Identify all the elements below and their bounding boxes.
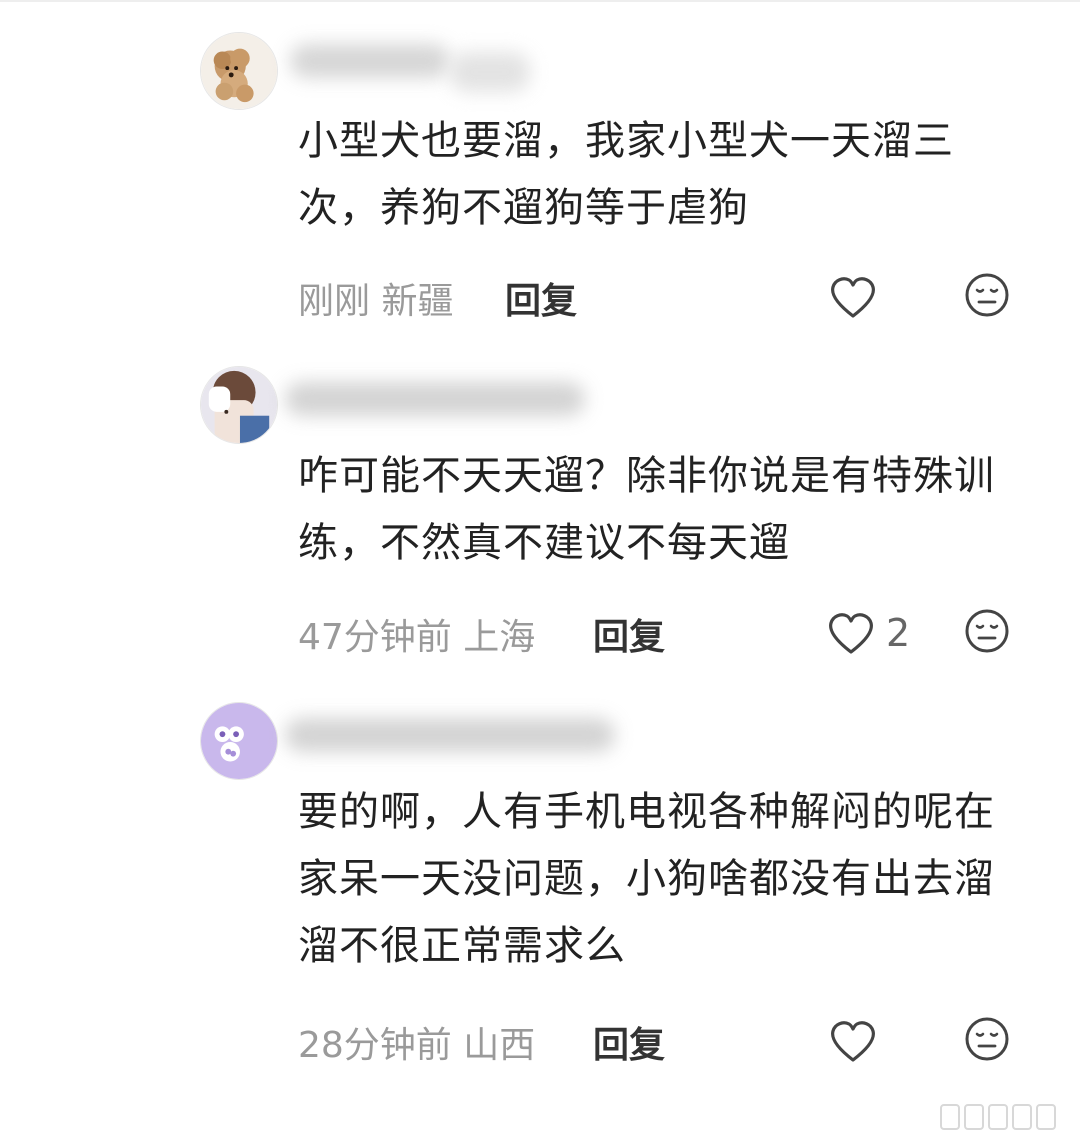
top-divider — [0, 0, 1080, 2]
username-blurred — [290, 44, 450, 78]
poodle-avatar-icon — [201, 33, 277, 109]
reply-button[interactable]: 回复 — [593, 608, 665, 660]
watermark-glyph — [1012, 1104, 1032, 1130]
anime-avatar-icon — [201, 367, 277, 443]
heart-outline-icon — [830, 277, 876, 318]
username-blurred-accent — [450, 52, 530, 92]
purple-cartoon-avatar-icon — [201, 703, 277, 779]
avatar[interactable] — [200, 366, 278, 444]
avatar[interactable] — [200, 32, 278, 110]
watermark-glyph — [964, 1104, 984, 1130]
like-button[interactable]: 2 — [826, 608, 910, 658]
like-button[interactable] — [828, 272, 888, 322]
dislike-button[interactable] — [964, 1016, 1010, 1062]
comment-time-location: 刚刚 新疆 — [298, 281, 454, 322]
username-blurred — [285, 382, 585, 416]
reply-button[interactable]: 回复 — [505, 272, 577, 324]
avatar[interactable] — [200, 702, 278, 780]
comment-text: 咋可能不天天遛？除非你说是有特殊训练，不然真不建议不每天遛 — [298, 453, 995, 566]
comment-time-location: 28分钟前 山西 — [298, 1025, 536, 1066]
meh-face-icon — [965, 273, 1009, 317]
dislike-button[interactable] — [964, 272, 1010, 318]
like-button[interactable] — [828, 1016, 888, 1066]
like-count: 2 — [886, 611, 911, 655]
comment-text: 要的啊，人有手机电视各种解闷的呢在家呆一天没问题，小狗啥都没有出去溜溜不很正常需… — [298, 789, 995, 969]
comment-text: 小型犬也要溜，我家小型犬一天溜三次，养狗不遛狗等于虐狗 — [298, 118, 954, 231]
meh-face-icon — [965, 1017, 1009, 1061]
watermark-glyph — [988, 1104, 1008, 1130]
watermark-glyph — [1036, 1104, 1056, 1130]
meh-face-icon — [965, 609, 1009, 653]
comment-time-location: 47分钟前 上海 — [298, 617, 536, 658]
dislike-button[interactable] — [964, 608, 1010, 654]
username-blurred — [285, 718, 615, 752]
heart-outline-icon — [830, 1021, 876, 1062]
watermark-logo — [940, 1100, 1070, 1134]
heart-outline-icon — [828, 613, 874, 654]
reply-button[interactable]: 回复 — [593, 1016, 665, 1068]
watermark-glyph — [940, 1104, 960, 1130]
